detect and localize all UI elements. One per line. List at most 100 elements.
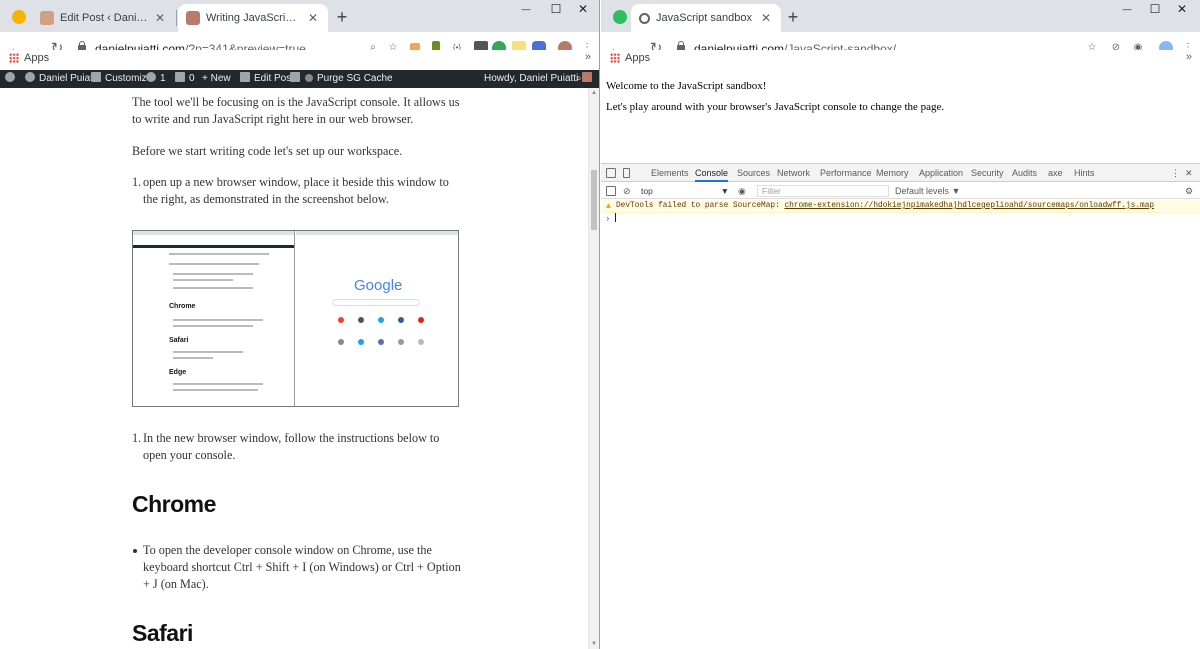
screenshot-search-box xyxy=(332,299,420,306)
shortcut-tile-icon xyxy=(398,339,404,345)
tab-network[interactable]: Network xyxy=(777,164,810,182)
clear-console-icon[interactable]: ⊘ xyxy=(623,183,631,199)
comments-link[interactable]: 0 xyxy=(175,70,195,88)
tab-performance[interactable]: Performance xyxy=(820,164,872,182)
screenshot-text-line xyxy=(169,263,259,265)
tab-javascript-sandbox[interactable]: JavaScript sandbox ✕ xyxy=(631,4,781,32)
new-tab-button[interactable]: + xyxy=(332,7,352,27)
screenshot-adminbar xyxy=(133,245,294,248)
screenshot-text-line xyxy=(173,325,253,327)
screenshot-text-line xyxy=(173,319,263,321)
new-label: New xyxy=(210,73,231,84)
post-preview: The tool we'll be focusing on is the Jav… xyxy=(0,88,588,649)
page-scrollbar[interactable]: ▲ ▼ xyxy=(588,88,599,649)
wordpress-logo-icon[interactable] xyxy=(5,70,19,88)
globe-icon xyxy=(639,12,650,24)
step-text: open up a new browser window, place it b… xyxy=(143,175,449,206)
tab-audits[interactable]: Audits xyxy=(1012,164,1037,182)
scroll-down-icon[interactable]: ▼ xyxy=(591,641,597,647)
search-icon[interactable]: ⌕ xyxy=(576,70,582,88)
screenshot-heading: Edge xyxy=(169,369,187,376)
shortcut-tile-icon xyxy=(338,339,344,345)
new-content-link[interactable]: + New xyxy=(202,70,231,88)
inspect-element-icon[interactable] xyxy=(606,168,616,178)
warning-icon: ▲ xyxy=(606,202,611,211)
step-number: 1. xyxy=(132,175,142,189)
shortcut-tile-icon xyxy=(418,339,424,345)
shortcut-tile-icon xyxy=(358,317,364,323)
devtools-tab-bar: Elements Console Sources Network Perform… xyxy=(601,164,1200,182)
screenshot-heading: Chrome xyxy=(169,303,196,310)
new-tab-button[interactable]: + xyxy=(783,7,803,27)
close-window-button[interactable]: ✕ xyxy=(1163,0,1200,20)
screenshot-text-line xyxy=(173,383,263,385)
scrollbar-thumb[interactable] xyxy=(591,170,597,230)
console-filter-input[interactable]: Filter xyxy=(757,185,889,197)
plus-icon: + xyxy=(202,73,211,84)
log-levels-dropdown[interactable]: Default levels ▼ xyxy=(895,183,960,199)
wordpress-favicon-icon xyxy=(40,11,54,25)
devtools-panel: Elements Console Sources Network Perform… xyxy=(601,163,1200,649)
tab-writing-javascript[interactable]: Writing JavaScript code in your w ✕ xyxy=(178,4,328,32)
close-tab-icon[interactable]: ✕ xyxy=(153,11,167,25)
tab-hints[interactable]: Hints xyxy=(1074,164,1095,182)
sidebar-toggle-icon[interactable] xyxy=(606,186,616,196)
customize-link[interactable]: Customize xyxy=(91,70,152,88)
pencil-icon xyxy=(240,72,250,82)
more-bookmarks-icon[interactable]: » xyxy=(585,51,591,63)
yoast-icon[interactable] xyxy=(290,70,304,88)
evernote-icon[interactable] xyxy=(613,10,627,24)
bookmarks-bar: Apps » xyxy=(0,50,599,68)
apps-grid-icon[interactable] xyxy=(9,53,19,63)
tab-security[interactable]: Security xyxy=(971,164,1004,182)
tab-memory[interactable]: Memory xyxy=(876,164,909,182)
updates-link[interactable]: 1 xyxy=(146,70,166,88)
tab-strip: Edit Post ‹ Daniel Puiatti — Word ✕ Writ… xyxy=(0,0,599,32)
context-selector[interactable]: top ▼ xyxy=(641,185,729,197)
site-name-link[interactable]: Daniel Puiatti xyxy=(25,70,98,88)
apps-bookmark[interactable]: Apps xyxy=(625,52,650,64)
tab-application[interactable]: Application xyxy=(919,164,963,182)
console-prompt[interactable]: › xyxy=(605,213,617,226)
screenshot-right-pane: Google xyxy=(296,231,458,406)
status-dot-icon xyxy=(305,74,313,82)
tab-title: JavaScript sandbox xyxy=(656,12,752,24)
purge-cache-link[interactable]: Purge SG Cache xyxy=(305,70,393,88)
step-text: In the new browser window, follow the in… xyxy=(143,431,440,462)
close-tab-icon[interactable]: ✕ xyxy=(306,11,320,25)
apps-bookmark[interactable]: Apps xyxy=(24,52,49,64)
shortcut-tile-icon xyxy=(398,317,404,323)
devtools-menu-icon[interactable]: ⋮ xyxy=(1171,164,1180,182)
tab-edit-post[interactable]: Edit Post ‹ Daniel Puiatti — Word ✕ xyxy=(32,4,175,32)
tab-axe[interactable]: axe xyxy=(1048,164,1063,182)
site-name: Daniel Puiatti xyxy=(39,73,98,84)
comments-count: 0 xyxy=(189,73,195,84)
console-settings-gear-icon[interactable]: ⚙ xyxy=(1185,183,1193,199)
app-menu-icon[interactable] xyxy=(12,10,26,24)
close-devtools-icon[interactable]: ✕ xyxy=(1185,164,1193,182)
browser-window-right: JavaScript sandbox ✕ + — ☐ ✕ ← → ↻ danie… xyxy=(601,0,1200,649)
tab-sources[interactable]: Sources xyxy=(737,164,770,182)
tab-elements[interactable]: Elements xyxy=(651,164,689,182)
screenshot-text-line xyxy=(173,273,253,275)
screenshot-image: Chrome Safari Edge Google xyxy=(132,230,459,407)
more-bookmarks-icon[interactable]: » xyxy=(1186,51,1192,63)
edit-post-link[interactable]: Edit Post xyxy=(240,70,294,88)
apps-grid-icon[interactable] xyxy=(610,53,620,63)
screenshot-left-pane: Chrome Safari Edge xyxy=(133,231,295,406)
dropdown-arrow-icon: ▼ xyxy=(720,186,729,196)
screenshot-text-line xyxy=(169,253,269,255)
heading-safari: Safari xyxy=(132,620,193,646)
device-toolbar-icon[interactable] xyxy=(623,168,630,178)
scroll-up-icon[interactable]: ▲ xyxy=(591,90,597,96)
shortcut-tile-icon xyxy=(378,317,384,323)
tab-console[interactable]: Console xyxy=(695,164,729,182)
screenshot-text-line xyxy=(173,279,233,281)
sourcemap-link[interactable]: chrome-extension://hdokiejnpimakedhajhdl… xyxy=(784,202,1154,210)
screenshot-text-line xyxy=(173,351,243,353)
screenshot-heading: Safari xyxy=(169,337,189,344)
close-tab-icon[interactable]: ✕ xyxy=(759,11,773,25)
close-window-button[interactable]: ✕ xyxy=(564,0,599,20)
live-expression-eye-icon[interactable]: ◉ xyxy=(738,183,746,199)
google-wordmark: Google xyxy=(354,277,403,294)
